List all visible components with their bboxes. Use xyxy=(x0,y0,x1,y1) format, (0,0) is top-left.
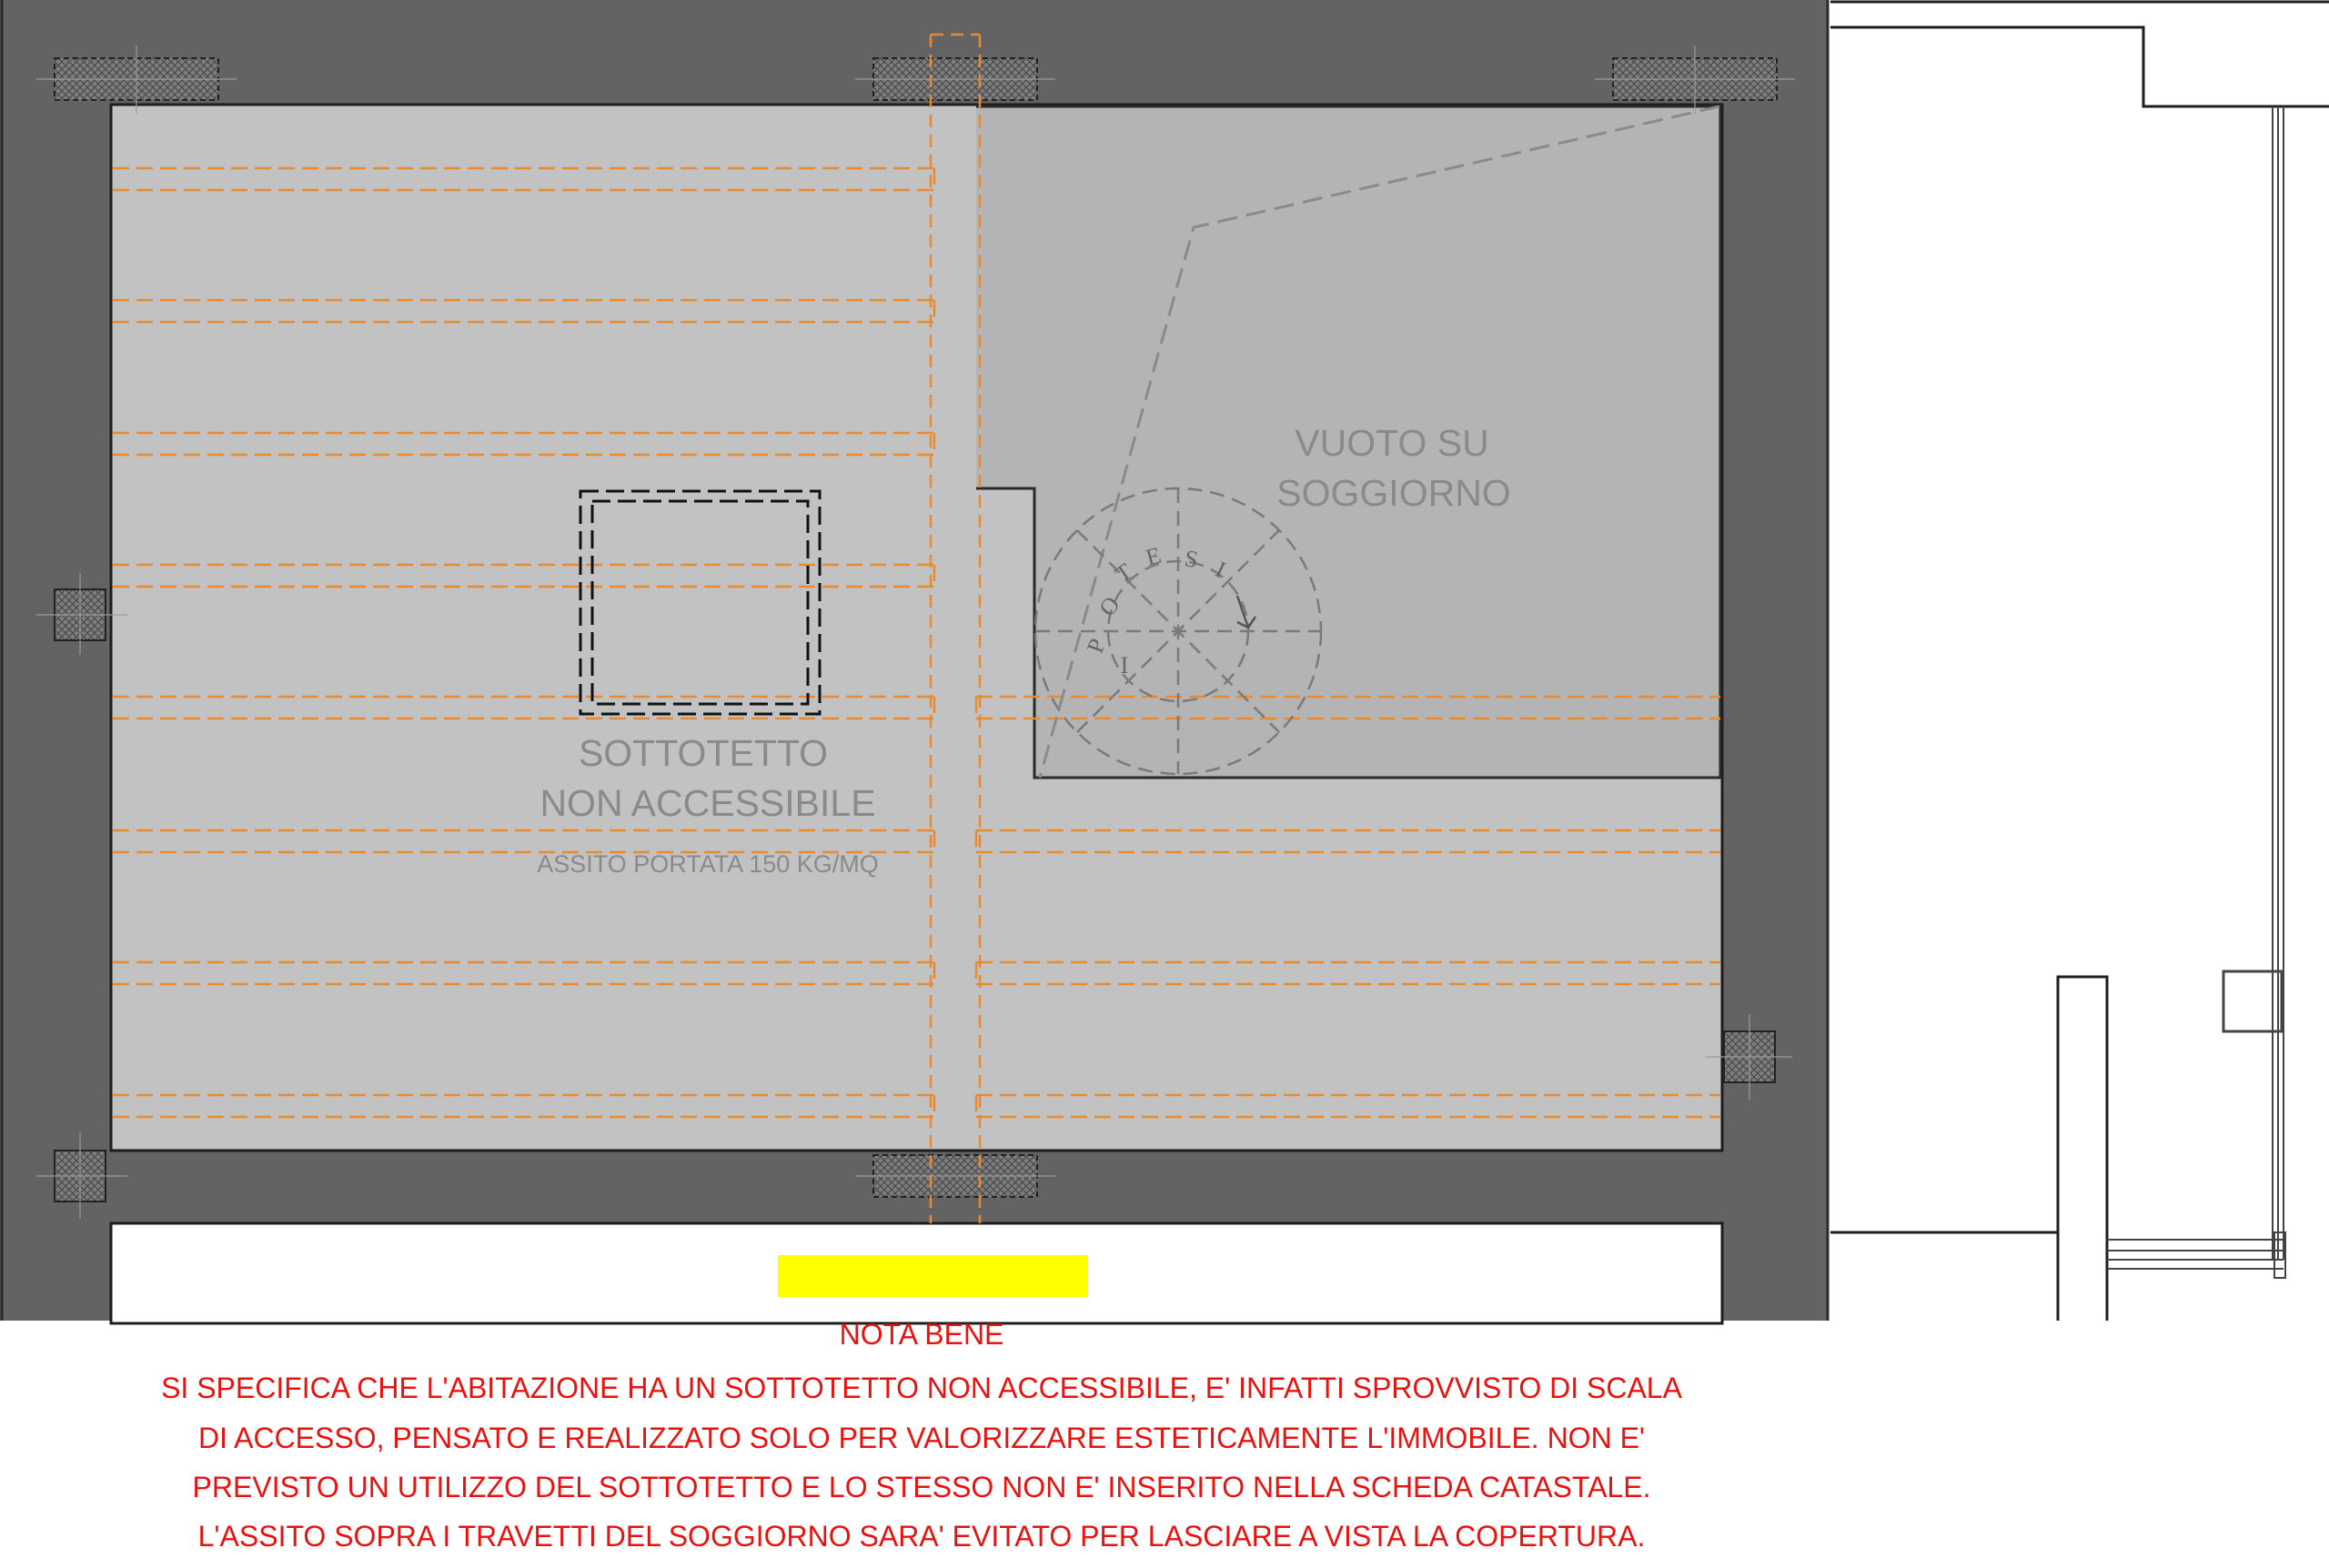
note-line-2: DI ACCESSO, PENSATO E REALIZZATO SOLO PE… xyxy=(198,1422,1645,1454)
highlight-bar xyxy=(778,1255,1088,1297)
note-title: NOTA BENE xyxy=(840,1318,1004,1351)
attic-label-line1: SOTTOTETTO xyxy=(579,732,828,774)
adjacent-building-outline xyxy=(1830,0,2329,1321)
note-line-4: L'ASSITO SOPRA I TRAVETTI DEL SOGGIORNO … xyxy=(198,1520,1646,1553)
attic-load-label: ASSITO PORTATA 150 KG/MQ xyxy=(537,850,879,878)
window-frame xyxy=(2107,106,2286,1279)
void-label-line2: SOGGIORNO xyxy=(1276,472,1510,514)
void-label-line1: VUOTO SU xyxy=(1295,422,1488,464)
stair-letter: I xyxy=(1121,652,1129,678)
note-line-1: SI SPECIFICA CHE L'ABITAZIONE HA UN SOTT… xyxy=(161,1372,1683,1404)
note-line-3: PREVISTO UN UTILIZZO DEL SOTTOTETTO E LO… xyxy=(193,1471,1651,1503)
floor-plan-drawing: IPOTE S I SOTTOTETTO NON ACCESSIBILE ASSIT… xyxy=(0,0,2329,1553)
attic-label-line2: NON ACCESSIBILE xyxy=(539,782,875,824)
